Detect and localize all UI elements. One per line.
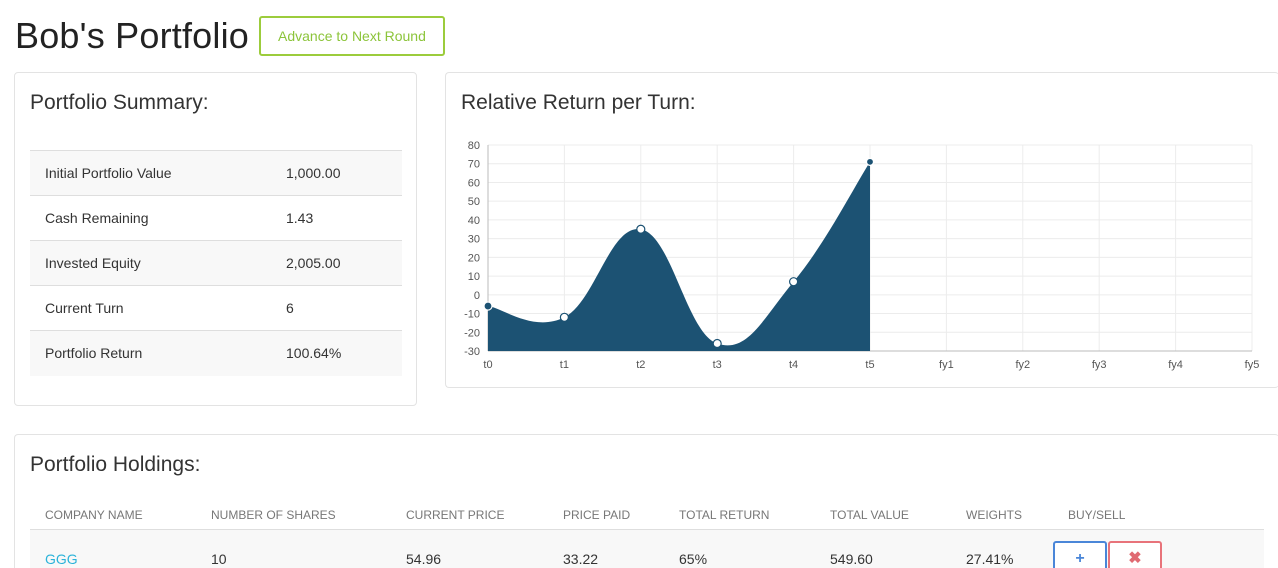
holdings-header-row: Company Name Number of Shares Current Pr… bbox=[30, 501, 1264, 530]
y-tick-label: 80 bbox=[468, 140, 480, 152]
buy-sell-cell: + ✖ bbox=[1053, 529, 1264, 568]
summary-label: Cash Remaining bbox=[30, 195, 286, 241]
price-paid-cell: 33.22 bbox=[548, 529, 664, 568]
page-title: Bob's Portfolio bbox=[15, 15, 249, 56]
summary-value: 2,005.00 bbox=[286, 240, 402, 286]
y-tick-label: 50 bbox=[468, 196, 480, 208]
return-area-series bbox=[488, 161, 870, 351]
column-header-shares: Number of Shares bbox=[196, 501, 391, 530]
column-header-price-paid: Price Paid bbox=[548, 501, 664, 530]
column-header-buy-sell: Buy/Sell bbox=[1053, 501, 1264, 530]
column-header-company: Company Name bbox=[30, 501, 196, 530]
portfolio-holdings-card: Portfolio Holdings: Company Name Number … bbox=[14, 434, 1278, 568]
summary-value: 1.43 bbox=[286, 195, 402, 241]
summary-value: 100.64% bbox=[286, 330, 402, 376]
summary-label: Current Turn bbox=[30, 285, 286, 331]
column-header-total-return: Total Return bbox=[664, 501, 815, 530]
y-tick-label: -20 bbox=[464, 327, 480, 339]
return-chart: 80 70 60 50 40 30 20 10 0 -10 -20 -30t0 t1 t2 t3 t4 t5 fy… bbox=[464, 140, 1260, 371]
y-tick-label: 30 bbox=[468, 234, 480, 246]
advance-round-button[interactable]: Advance to Next Round bbox=[259, 16, 445, 56]
company-cell: GGG bbox=[30, 529, 196, 568]
y-tick-label: 10 bbox=[468, 271, 480, 283]
summary-table: Initial Portfolio Value 1,000.00 Cash Re… bbox=[30, 150, 402, 376]
x-tick-label: fy1 bbox=[939, 359, 954, 371]
column-header-total-value: Total Value bbox=[815, 501, 951, 530]
x-tick-label: t5 bbox=[865, 359, 874, 371]
table-row: GGG 10 54.96 33.22 65% 549.60 27.41% + ✖ bbox=[30, 529, 1264, 568]
data-point bbox=[483, 301, 493, 311]
sell-button[interactable]: ✖ bbox=[1108, 541, 1162, 568]
x-tick-label: t1 bbox=[560, 359, 569, 371]
x-tick-label: fy5 bbox=[1245, 359, 1260, 371]
data-point bbox=[865, 157, 875, 166]
y-tick-label: 60 bbox=[468, 177, 480, 189]
x-tick-label: t0 bbox=[483, 359, 492, 371]
total-value-cell: 549.60 bbox=[815, 529, 951, 568]
y-tick-label: 40 bbox=[468, 215, 480, 227]
x-tick-label: fy3 bbox=[1092, 359, 1107, 371]
column-header-weights: Weights bbox=[951, 501, 1053, 530]
summary-label: Initial Portfolio Value bbox=[30, 150, 286, 196]
weight-cell: 27.41% bbox=[951, 529, 1053, 568]
return-chart-card: Relative Return per Turn: 80 70 60 50 40 30 20… bbox=[445, 72, 1278, 388]
x-tick-label: t3 bbox=[713, 359, 722, 371]
x-tick-label: fy2 bbox=[1015, 359, 1030, 371]
y-tick-label: -10 bbox=[464, 309, 480, 321]
current-price-cell: 54.96 bbox=[391, 529, 548, 568]
data-point bbox=[559, 312, 570, 322]
holdings-table: Company Name Number of Shares Current Pr… bbox=[30, 501, 1264, 568]
page-header: Bob's Portfolio Advance to Next Round bbox=[15, 12, 445, 60]
summary-row: Invested Equity 2,005.00 bbox=[30, 240, 402, 286]
holdings-title: Portfolio Holdings: bbox=[30, 453, 201, 476]
x-tick-label: t4 bbox=[789, 359, 798, 371]
summary-row: Cash Remaining 1.43 bbox=[30, 195, 402, 241]
company-link[interactable]: GGG bbox=[45, 551, 78, 567]
data-point bbox=[712, 338, 722, 349]
portfolio-summary-card: Portfolio Summary: Initial Portfolio Val… bbox=[14, 72, 417, 406]
summary-row: Portfolio Return 100.64% bbox=[30, 330, 402, 376]
total-return-cell: 65% bbox=[664, 529, 815, 568]
shares-cell: 10 bbox=[196, 529, 391, 568]
y-tick-label: -30 bbox=[464, 346, 480, 358]
buy-button[interactable]: + bbox=[1053, 541, 1107, 568]
y-tick-label: 20 bbox=[468, 252, 480, 264]
summary-value: 1,000.00 bbox=[286, 150, 402, 196]
y-tick-label: 70 bbox=[468, 159, 480, 171]
column-header-current-price: Current Price bbox=[391, 501, 548, 530]
summary-title: Portfolio Summary: bbox=[30, 91, 209, 114]
summary-value: 6 bbox=[286, 285, 402, 331]
data-point bbox=[789, 277, 799, 287]
data-point bbox=[636, 224, 646, 234]
summary-row: Initial Portfolio Value 1,000.00 bbox=[30, 150, 402, 196]
y-tick-label: 0 bbox=[474, 290, 480, 302]
x-tick-label: t2 bbox=[636, 359, 645, 371]
summary-label: Portfolio Return bbox=[30, 330, 286, 376]
summary-label: Invested Equity bbox=[30, 240, 286, 286]
summary-row: Current Turn 6 bbox=[30, 285, 402, 331]
x-tick-label: fy4 bbox=[1168, 359, 1183, 371]
